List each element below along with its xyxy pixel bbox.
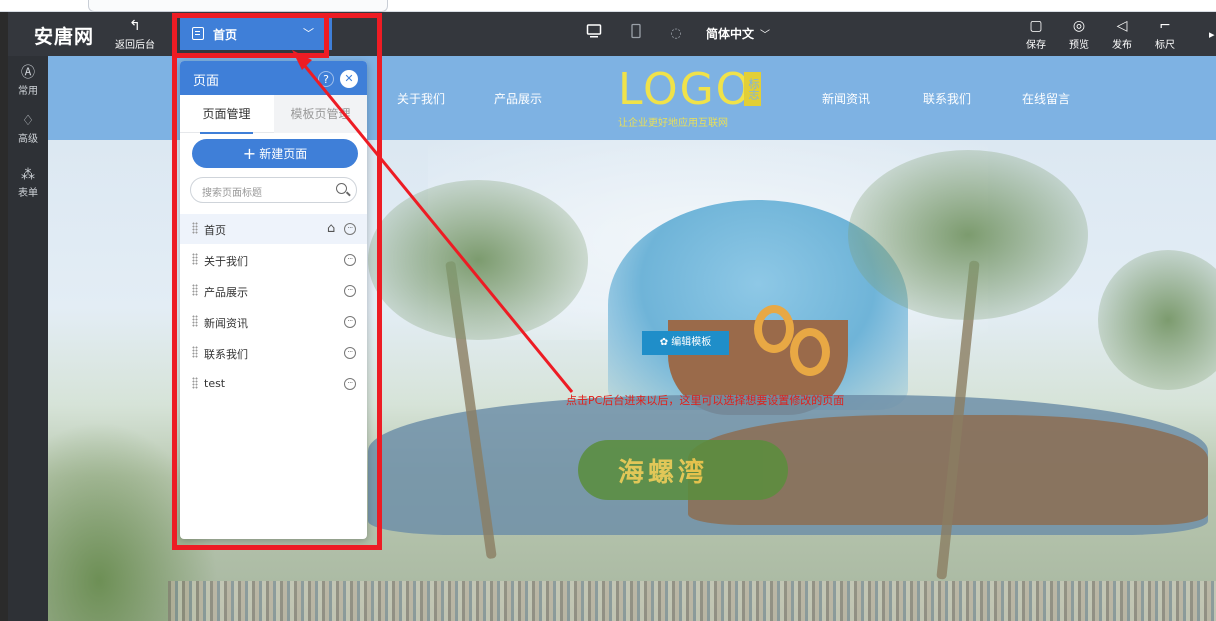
- palm-tree: [368, 180, 588, 340]
- language-selector[interactable]: 简体中文 ﹀: [706, 25, 770, 42]
- left-edge: [0, 12, 8, 621]
- left-sidebar: Ⓐ 常用 ♢ 高级 ⁂ 表单: [8, 56, 48, 621]
- sidebar-label-form: 表单: [18, 188, 38, 199]
- logo-mark: 标志: [744, 72, 761, 106]
- send-icon: ◁: [1116, 18, 1128, 34]
- nav-link-news[interactable]: 新闻资讯: [822, 90, 870, 107]
- gear-icon: ✿: [659, 337, 672, 348]
- sidebar-label-common: 常用: [18, 86, 38, 97]
- life-ring: [754, 305, 794, 353]
- back-label: 返回后台: [115, 40, 155, 51]
- publish-label: 发布: [1112, 40, 1132, 51]
- park-sign: 海螺湾: [578, 440, 788, 500]
- ruler-label: 标尺: [1155, 40, 1175, 51]
- eye-icon: ◎: [1072, 18, 1086, 34]
- crowd-of-visitors: [168, 581, 1216, 621]
- palm-tree: [1098, 250, 1216, 390]
- screenshot-root: 安唐网 ↰ 返回后台 首页 ﹀ ◌ 简体中文 ﹀ ▢ 保存 ◎ 预览 ◁ 发布 …: [0, 0, 1216, 621]
- annotation-text: 点击PC后台进来以后，这里可以选择想要设置修改的页面: [566, 394, 845, 407]
- edit-template-button[interactable]: ✿ 编辑模板: [642, 331, 729, 355]
- site-logo: LOGO 标志 让企业更好地应用互联网: [618, 64, 763, 129]
- nav-link-products[interactable]: 产品展示: [494, 90, 542, 107]
- desktop-icon: [586, 24, 602, 38]
- publish-button[interactable]: ◁ 发布: [1102, 18, 1142, 51]
- save-icon: ▢: [1029, 18, 1043, 34]
- preview-label: 预览: [1069, 40, 1089, 51]
- ruler-button[interactable]: ⌐ 标尺: [1145, 18, 1185, 51]
- preview-button[interactable]: ◎ 预览: [1059, 18, 1099, 51]
- form-icon: ⁂: [21, 167, 35, 183]
- wechat-icon: ◌: [670, 26, 682, 41]
- sidebar-label-advanced: 高级: [18, 134, 38, 145]
- mobile-view-button[interactable]: [624, 22, 648, 46]
- park-sign-text: 海螺湾: [618, 458, 709, 488]
- back-button[interactable]: ↰ 返回后台: [115, 18, 155, 51]
- life-ring: [790, 328, 830, 376]
- diamond-icon: ♢: [21, 113, 35, 129]
- logo-text: LOGO: [618, 64, 753, 115]
- sidebar-item-advanced[interactable]: ♢ 高级: [8, 112, 48, 145]
- sidebar-item-form[interactable]: ⁂ 表单: [8, 166, 48, 199]
- brand-logo: 安唐网: [34, 26, 95, 48]
- language-label: 简体中文: [706, 27, 755, 41]
- common-icon: Ⓐ: [21, 65, 35, 81]
- save-label: 保存: [1026, 40, 1046, 51]
- clipped-toolbar-item[interactable]: ▸: [1209, 28, 1215, 41]
- highlight-box-selector: [172, 13, 329, 58]
- wechat-view-button[interactable]: ◌: [664, 22, 688, 46]
- nav-link-about[interactable]: 关于我们: [397, 90, 445, 107]
- desktop-view-button[interactable]: [582, 22, 606, 46]
- chevron-down-icon: ﹀: [760, 30, 771, 41]
- back-icon: ↰: [129, 18, 141, 34]
- logo-slogan: 让企业更好地应用互联网: [618, 118, 728, 129]
- sidebar-item-common[interactable]: Ⓐ 常用: [8, 64, 48, 97]
- highlight-box-panel: [172, 13, 382, 550]
- nav-link-message[interactable]: 在线留言: [1022, 90, 1070, 107]
- edit-template-label: 编辑模板: [671, 337, 712, 348]
- ruler-icon: ⌐: [1159, 18, 1171, 34]
- browser-tab-edge: [88, 0, 388, 12]
- save-button[interactable]: ▢ 保存: [1016, 18, 1056, 51]
- browser-strip: [0, 0, 1216, 12]
- palm-tree: [848, 150, 1088, 320]
- mobile-icon: [631, 23, 641, 39]
- nav-link-contact[interactable]: 联系我们: [923, 90, 971, 107]
